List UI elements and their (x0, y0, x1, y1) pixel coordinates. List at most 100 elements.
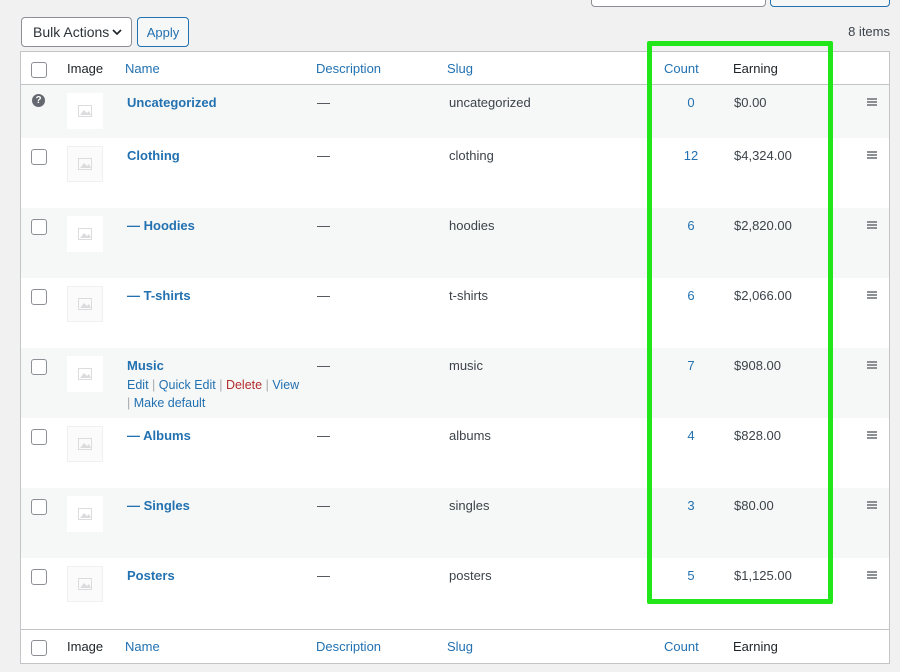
edit-link[interactable]: Edit (127, 378, 149, 392)
category-name-link[interactable]: Music (127, 358, 164, 373)
drag-handle-icon[interactable] (867, 151, 877, 159)
category-slug: hoodies (449, 218, 495, 233)
categories-table: Image Name Description Slug Count Earnin… (20, 51, 890, 664)
image-placeholder-icon (78, 228, 92, 240)
drag-handle-icon[interactable] (867, 361, 877, 369)
image-placeholder-icon (78, 578, 92, 590)
drag-handle-icon[interactable] (867, 501, 877, 509)
category-earning: $4,324.00 (734, 148, 792, 163)
category-description: — (317, 148, 330, 163)
table-footer: Image Name Description Slug Count Earnin… (21, 629, 889, 662)
make-default-link[interactable]: Make default (134, 396, 206, 410)
quick-edit-link[interactable]: Quick Edit (159, 378, 216, 392)
category-name-link[interactable]: — T-shirts (127, 288, 191, 303)
placeholder-image (67, 146, 103, 182)
column-footer-image: Image (67, 639, 104, 654)
column-header-description[interactable]: Description (316, 52, 381, 85)
column-footer-description[interactable]: Description (316, 630, 381, 663)
category-slug: singles (449, 498, 490, 513)
column-footer-slug[interactable]: Slug (447, 630, 473, 663)
image-placeholder-icon (78, 438, 92, 450)
table-row: — Albums — albums 4 $828.00 (21, 418, 889, 488)
category-slug: clothing (449, 148, 494, 163)
select-all-checkbox-footer[interactable] (31, 640, 47, 656)
bulk-actions-select[interactable]: Bulk Actions (21, 17, 132, 47)
action-separator: | (219, 378, 223, 392)
table-row: Music Edit | Quick Edit | Delete | View … (21, 348, 889, 418)
category-name-link[interactable]: Posters (127, 568, 175, 583)
search-input[interactable] (591, 0, 766, 7)
category-description: — (317, 288, 330, 303)
select-all-checkbox[interactable] (31, 62, 47, 78)
drag-handle-icon[interactable] (867, 221, 877, 229)
category-count-link[interactable]: 5 (681, 568, 701, 583)
category-description: — (317, 358, 330, 373)
category-count-link[interactable]: 6 (681, 218, 701, 233)
apply-button[interactable]: Apply (137, 17, 189, 47)
drag-handle-icon[interactable] (867, 571, 877, 579)
column-header-name[interactable]: Name (125, 52, 160, 85)
category-earning: $80.00 (734, 498, 774, 513)
image-placeholder-icon (78, 508, 92, 520)
items-count: 8 items (848, 24, 890, 39)
category-name-link[interactable]: Uncategorized (127, 95, 217, 110)
category-name-link[interactable]: — Singles (127, 498, 190, 513)
category-earning: $2,820.00 (734, 218, 792, 233)
placeholder-image (67, 496, 103, 532)
row-checkbox[interactable] (31, 219, 47, 235)
category-description: — (317, 498, 330, 513)
table-row: ? Uncategorized — uncategorized 0 $0.00 (21, 85, 889, 138)
category-count-link[interactable]: 7 (681, 358, 701, 373)
row-actions: Edit | Quick Edit | Delete | View | Make… (127, 376, 317, 412)
column-header-count[interactable]: Count (664, 52, 699, 85)
category-count-link[interactable]: 12 (681, 148, 701, 163)
placeholder-image (67, 93, 103, 129)
category-slug: uncategorized (449, 95, 531, 110)
row-checkbox[interactable] (31, 499, 47, 515)
help-icon: ? (32, 94, 45, 107)
drag-handle-icon[interactable] (867, 431, 877, 439)
category-description: — (317, 218, 330, 233)
category-count-link[interactable]: 0 (681, 95, 701, 110)
action-separator: | (152, 378, 156, 392)
delete-link[interactable]: Delete (226, 378, 262, 392)
image-placeholder-icon (78, 158, 92, 170)
category-slug: music (449, 358, 483, 373)
drag-handle-icon[interactable] (867, 291, 877, 299)
category-count-link[interactable]: 4 (681, 428, 701, 443)
row-checkbox[interactable] (31, 289, 47, 305)
category-slug: t-shirts (449, 288, 488, 303)
chevron-down-icon (112, 29, 122, 36)
bulk-actions-label: Bulk Actions (33, 24, 110, 40)
column-footer-count[interactable]: Count (664, 630, 699, 663)
category-earning: $2,066.00 (734, 288, 792, 303)
drag-handle-icon[interactable] (867, 98, 877, 106)
row-checkbox[interactable] (31, 149, 47, 165)
category-earning: $0.00 (734, 95, 767, 110)
search-button[interactable] (770, 0, 890, 7)
category-earning: $908.00 (734, 358, 781, 373)
image-placeholder-icon (78, 368, 92, 380)
category-count-link[interactable]: 6 (681, 288, 701, 303)
view-link[interactable]: View (272, 378, 299, 392)
category-count-link[interactable]: 3 (681, 498, 701, 513)
category-name-link[interactable]: Clothing (127, 148, 180, 163)
column-footer-name[interactable]: Name (125, 630, 160, 663)
row-checkbox[interactable] (31, 359, 47, 375)
image-placeholder-icon (78, 105, 92, 117)
row-checkbox[interactable] (31, 429, 47, 445)
table-row: Clothing — clothing 12 $4,324.00 (21, 138, 889, 208)
category-name-link[interactable]: — Hoodies (127, 218, 195, 233)
table-row: — Hoodies — hoodies 6 $2,820.00 (21, 208, 889, 278)
action-separator: | (127, 396, 131, 410)
category-description: — (317, 568, 330, 583)
column-footer-earning: Earning (733, 639, 778, 654)
placeholder-image (67, 426, 103, 462)
column-header-slug[interactable]: Slug (447, 52, 473, 85)
table-row: Posters — posters 5 $1,125.00 (21, 558, 889, 628)
row-checkbox[interactable] (31, 569, 47, 585)
category-name-link[interactable]: — Albums (127, 428, 191, 443)
placeholder-image (67, 286, 103, 322)
category-earning: $1,125.00 (734, 568, 792, 583)
placeholder-image (67, 356, 103, 392)
